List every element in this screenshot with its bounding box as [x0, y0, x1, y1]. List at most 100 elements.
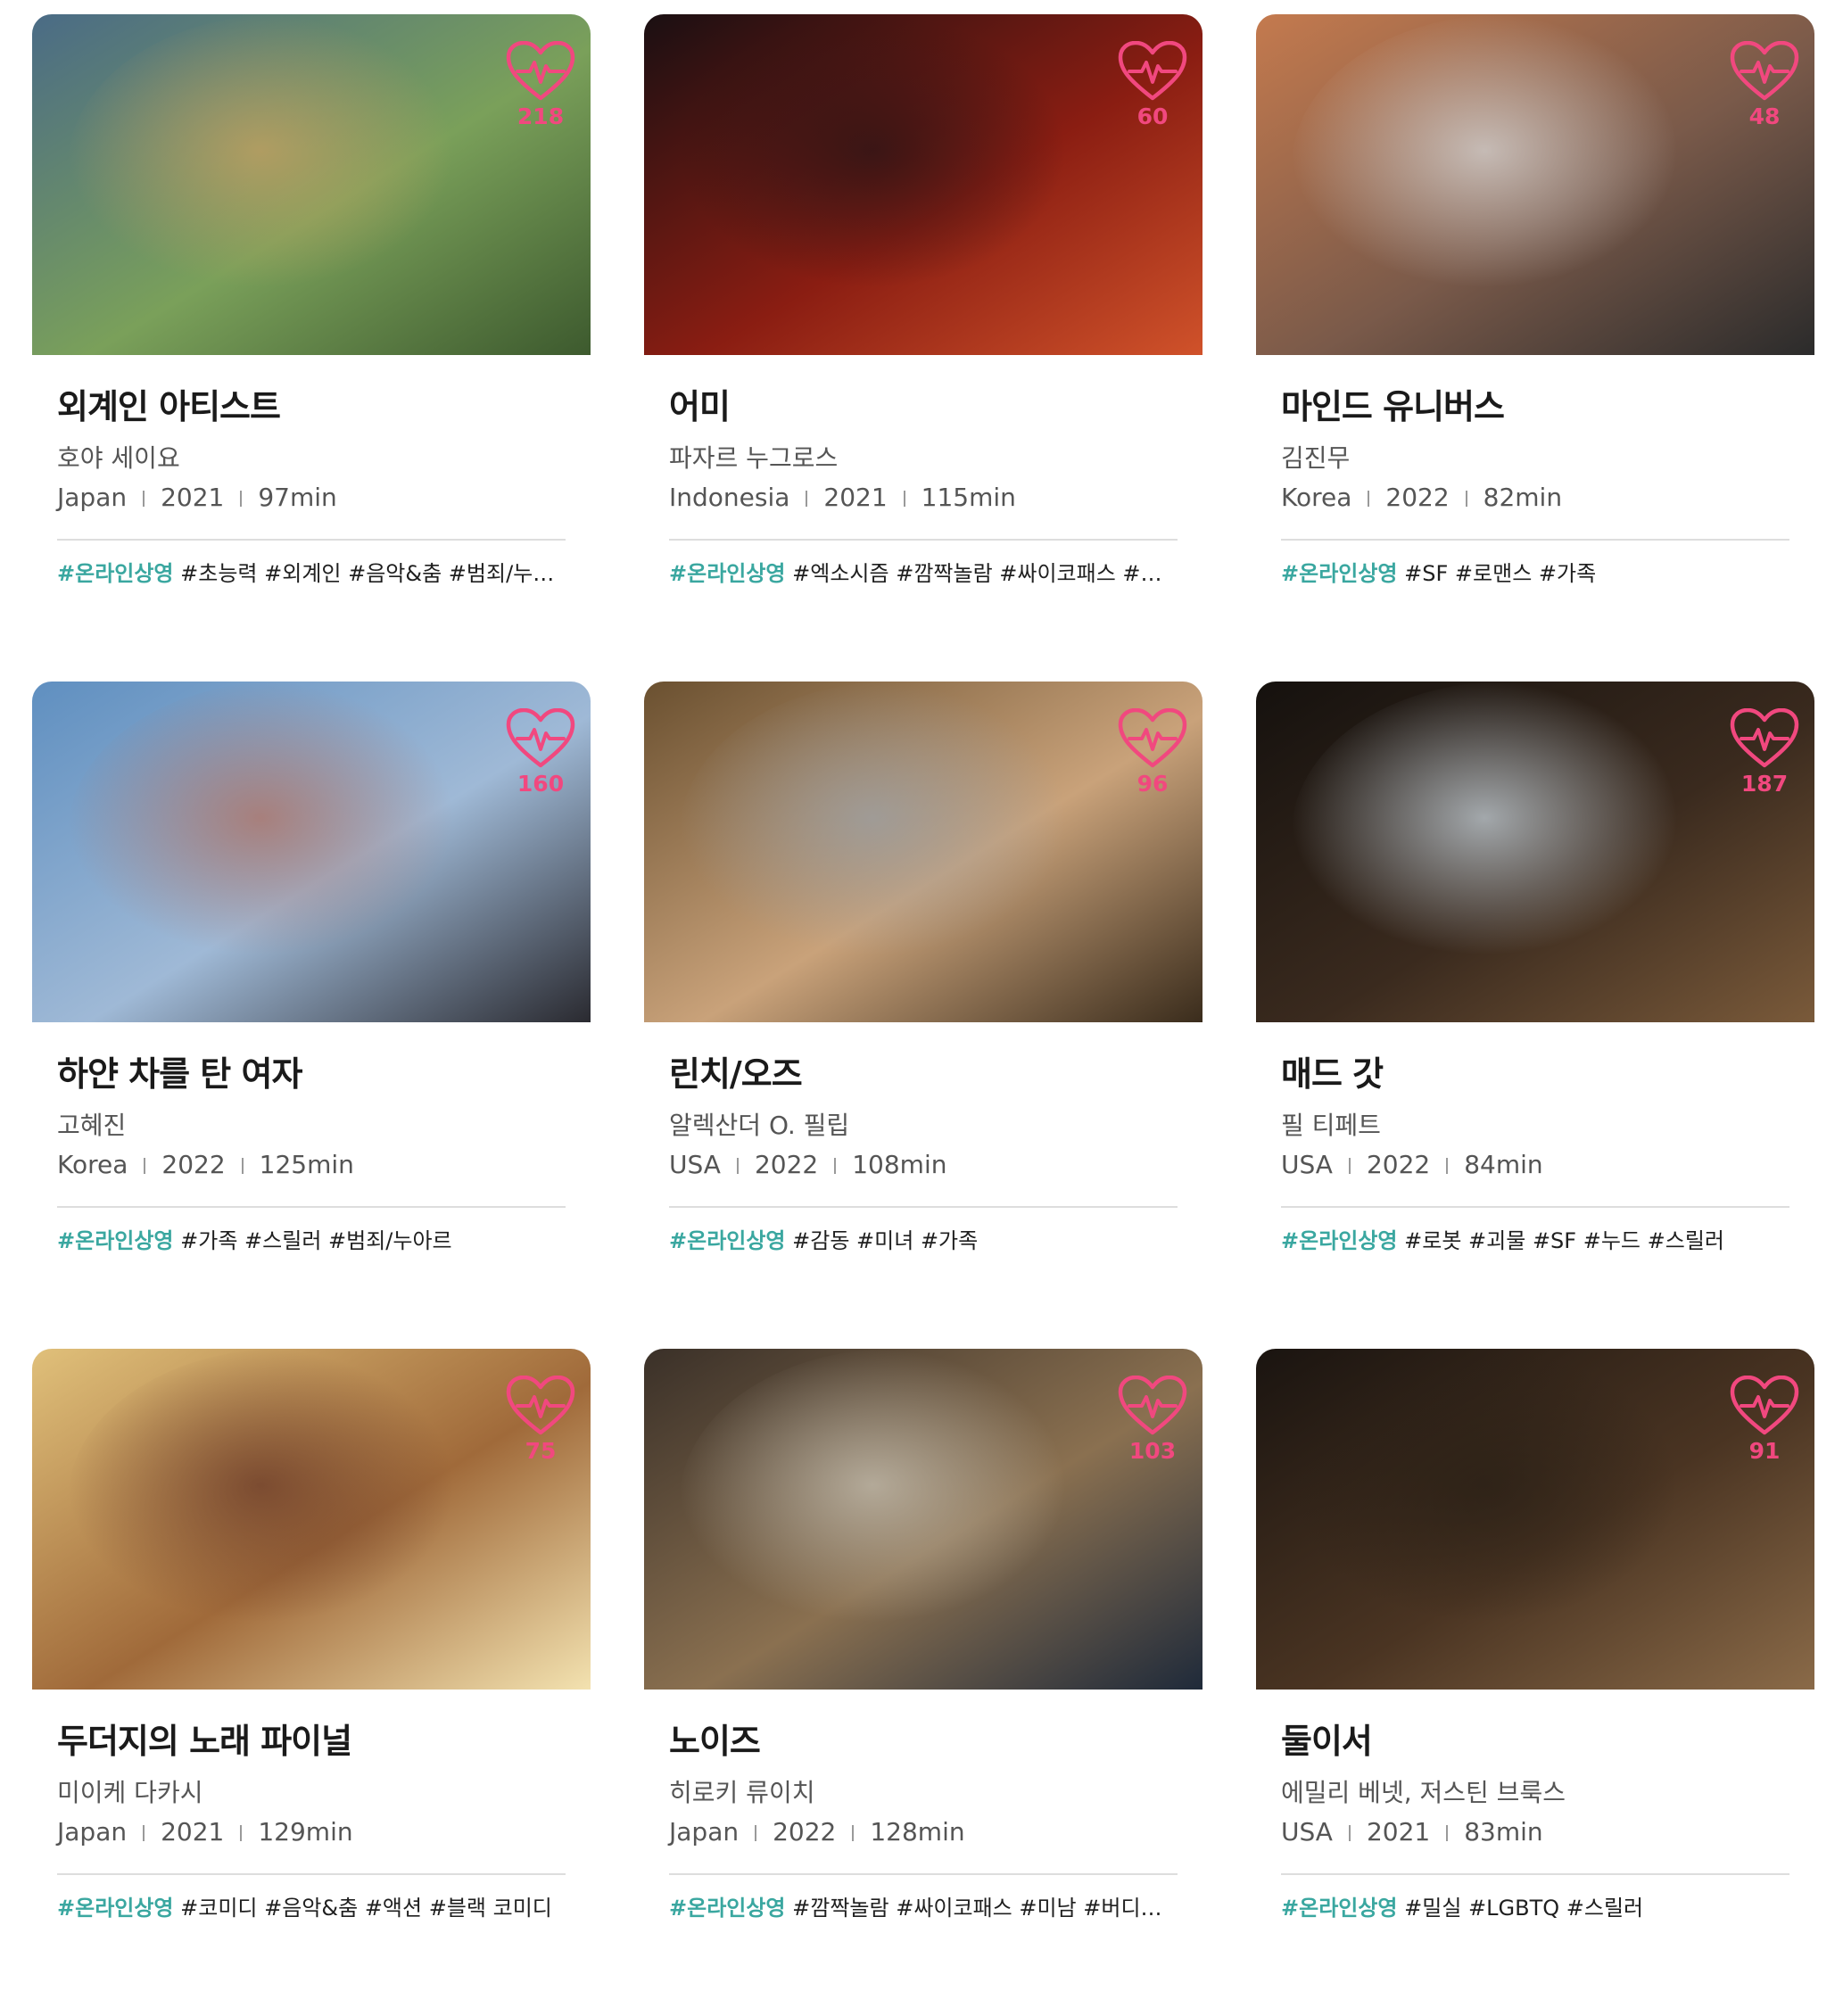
- online-screening-tag[interactable]: #온라인상영: [1281, 561, 1398, 586]
- movie-info: 외계인 아티스트 호야 세이요 Japan 2021 97min #온라인상영 #초…: [32, 385, 591, 589]
- online-screening-tag[interactable]: #온라인상영: [669, 1228, 786, 1253]
- like-count: 48: [1748, 103, 1781, 129]
- movie-info: 노이즈 히로키 류이치 Japan 2022 128min #온라인상영 #깜짝놀람…: [644, 1720, 1202, 1923]
- movie-title[interactable]: 매드 갓: [1281, 1053, 1789, 1095]
- heart-pulse-icon: [1118, 41, 1187, 101]
- online-screening-tag[interactable]: #온라인상영: [57, 561, 174, 586]
- movie-meta: Indonesia 2021 115min: [669, 480, 1178, 516]
- movie-director: 고혜진: [57, 1111, 127, 1140]
- movie-poster[interactable]: 103: [644, 1349, 1202, 1690]
- like-count: 218: [517, 103, 565, 129]
- genre-tags[interactable]: #감동 #미녀 #가족: [792, 1228, 978, 1253]
- meta-separator: [755, 1825, 757, 1841]
- poster-highlight: [1292, 1349, 1720, 1652]
- movie-card[interactable]: 48 마인드 유니버스 김진무 Korea 2022 82min #온라인상영 #S…: [1256, 14, 1814, 682]
- online-screening-tag[interactable]: #온라인상영: [669, 561, 786, 586]
- movie-card[interactable]: 160 하얀 차를 탄 여자 고혜진 Korea 2022 125min #온라인상…: [32, 682, 591, 1349]
- divider: [1281, 539, 1789, 541]
- movie-title[interactable]: 노이즈: [669, 1720, 1178, 1763]
- movie-tags: #온라인상영 #밀실 #LGBTQ #스릴러: [1281, 1893, 1789, 1923]
- meta-separator: [903, 491, 905, 507]
- online-screening-tag[interactable]: #온라인상영: [1281, 1896, 1398, 1921]
- movie-title[interactable]: 어미: [669, 385, 1178, 428]
- movie-card[interactable]: 91 둘이서 에밀리 베넷, 저스틴 브룩스 USA 2021 83min #온라인…: [1256, 1349, 1814, 2016]
- online-screening-tag[interactable]: #온라인상영: [669, 1896, 786, 1921]
- movie-title[interactable]: 둘이서: [1281, 1720, 1789, 1763]
- meta-separator: [736, 1158, 739, 1174]
- like-badge[interactable]: 48: [1727, 41, 1802, 129]
- movie-year: 2022: [773, 1817, 837, 1847]
- like-badge[interactable]: 96: [1115, 708, 1190, 797]
- heart-pulse-icon: [1730, 708, 1799, 768]
- heart-pulse-icon: [506, 1376, 575, 1435]
- divider: [669, 1873, 1178, 1875]
- movie-year: 2021: [823, 483, 888, 512]
- like-badge[interactable]: 103: [1115, 1376, 1190, 1464]
- movie-card[interactable]: 96 린치/오즈 알렉산더 O. 필립 USA 2022 108min #온라인상영…: [644, 682, 1202, 1349]
- movie-tags: #온라인상영 #코미디 #음악&춤 #액션 #블랙 코미디: [57, 1893, 566, 1923]
- genre-tags[interactable]: #밀실 #LGBTQ #스릴러: [1404, 1896, 1643, 1921]
- movie-card[interactable]: 75 두더지의 노래 파이널 미이케 다카시 Japan 2021 129min #…: [32, 1349, 591, 2016]
- movie-poster[interactable]: 218: [32, 14, 591, 355]
- online-screening-tag[interactable]: #온라인상영: [57, 1228, 174, 1253]
- meta-separator: [1465, 491, 1467, 507]
- meta-separator: [143, 1825, 145, 1841]
- movie-country: Korea: [1281, 483, 1352, 512]
- movie-director: 김진무: [1281, 443, 1351, 473]
- movie-poster[interactable]: 75: [32, 1349, 591, 1690]
- movie-title[interactable]: 하얀 차를 탄 여자: [57, 1053, 566, 1095]
- movie-card[interactable]: 103 노이즈 히로키 류이치 Japan 2022 128min #온라인상영 #…: [644, 1349, 1202, 2016]
- movie-tags: #온라인상영 #깜짝놀람 #싸이코패스 #미남 #버디무비 #스릴러: [669, 1893, 1178, 1923]
- movie-poster[interactable]: 160: [32, 682, 591, 1022]
- like-badge[interactable]: 187: [1727, 708, 1802, 797]
- movie-year: 2021: [161, 1817, 225, 1847]
- movie-title[interactable]: 린치/오즈: [669, 1053, 1178, 1095]
- movie-card[interactable]: 218 외계인 아티스트 호야 세이요 Japan 2021 97min #온라인상…: [32, 14, 591, 682]
- movie-tags: #온라인상영 #초능력 #외계인 #음악&춤 #범죄/누아르 #SF: [57, 558, 566, 589]
- movie-poster[interactable]: 91: [1256, 1349, 1814, 1690]
- genre-tags[interactable]: #SF #로맨스 #가족: [1404, 561, 1596, 586]
- movie-card[interactable]: 187 매드 갓 필 티페트 USA 2022 84min #온라인상영 #로봇 #…: [1256, 682, 1814, 1349]
- movie-info: 어미 파자르 누그로스 Indonesia 2021 115min #온라인상영 #…: [644, 385, 1202, 589]
- movie-country: Indonesia: [669, 483, 790, 512]
- movie-runtime: 108min: [852, 1150, 947, 1179]
- divider: [669, 1206, 1178, 1208]
- movie-poster[interactable]: 96: [644, 682, 1202, 1022]
- like-badge[interactable]: 91: [1727, 1376, 1802, 1464]
- online-screening-tag[interactable]: #온라인상영: [57, 1896, 174, 1921]
- genre-tags[interactable]: #깜짝놀람 #싸이코패스 #미남 #버디무비 #스릴러: [792, 1896, 1178, 1921]
- movie-country: Japan: [57, 483, 128, 512]
- movie-title[interactable]: 외계인 아티스트: [57, 385, 566, 428]
- movie-grid: 218 외계인 아티스트 호야 세이요 Japan 2021 97min #온라인상…: [32, 14, 1814, 2016]
- movie-director: 알렉산더 O. 필립: [669, 1111, 850, 1140]
- movie-year: 2022: [1385, 483, 1450, 512]
- meta-separator: [834, 1158, 837, 1174]
- movie-poster[interactable]: 60: [644, 14, 1202, 355]
- like-badge[interactable]: 218: [503, 41, 578, 129]
- movie-title[interactable]: 두더지의 노래 파이널: [57, 1720, 566, 1763]
- meta-separator: [1348, 1158, 1351, 1174]
- like-badge[interactable]: 75: [503, 1376, 578, 1464]
- movie-meta: Japan 2022 128min: [669, 1814, 1178, 1850]
- movie-title[interactable]: 마인드 유니버스: [1281, 385, 1789, 428]
- movie-meta: Korea 2022 125min: [57, 1147, 566, 1183]
- like-badge[interactable]: 160: [503, 708, 578, 797]
- movie-director: 히로키 류이치: [669, 1778, 815, 1807]
- movie-director: 에밀리 베넷, 저스틴 브룩스: [1281, 1778, 1566, 1807]
- genre-tags[interactable]: #가족 #스릴러 #범죄/누아르: [180, 1228, 451, 1253]
- movie-card[interactable]: 60 어미 파자르 누그로스 Indonesia 2021 115min #온라인상…: [644, 14, 1202, 682]
- like-badge[interactable]: 60: [1115, 41, 1190, 129]
- movie-meta: Japan 2021 129min: [57, 1814, 566, 1850]
- like-count: 103: [1128, 1438, 1177, 1464]
- genre-tags[interactable]: #코미디 #음악&춤 #액션 #블랙 코미디: [180, 1896, 552, 1921]
- online-screening-tag[interactable]: #온라인상영: [1281, 1228, 1398, 1253]
- movie-poster[interactable]: 187: [1256, 682, 1814, 1022]
- movie-director: 호야 세이요: [57, 443, 180, 473]
- movie-runtime: 125min: [259, 1150, 354, 1179]
- genre-tags[interactable]: #엑소시즘 #깜짝놀람 #싸이코패스 #유령: [792, 561, 1178, 586]
- movie-info: 매드 갓 필 티페트 USA 2022 84min #온라인상영 #로봇 #괴물 #…: [1256, 1053, 1814, 1256]
- genre-tags[interactable]: #로봇 #괴물 #SF #누드 #스릴러: [1404, 1228, 1724, 1253]
- movie-poster[interactable]: 48: [1256, 14, 1814, 355]
- genre-tags[interactable]: #초능력 #외계인 #음악&춤 #범죄/누아르 #SF: [180, 561, 566, 586]
- heart-pulse-icon: [1730, 41, 1799, 101]
